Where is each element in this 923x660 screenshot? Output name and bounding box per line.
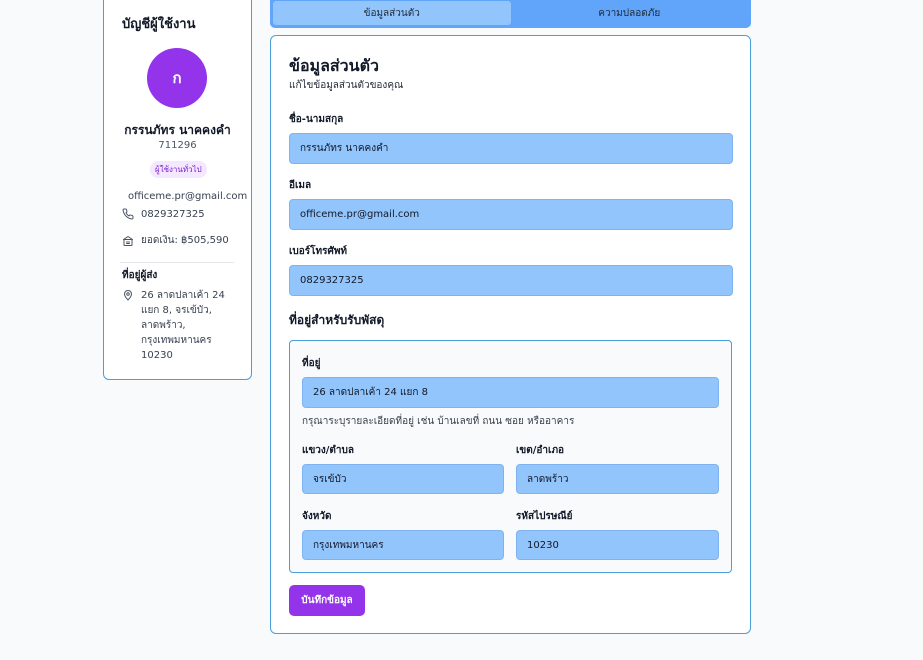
shipping-address-title: ที่อยู่สำหรับรับพัสดุ xyxy=(289,313,385,327)
subdistrict-label: แขวง/ตำบล xyxy=(302,445,355,456)
location-pin-icon xyxy=(124,290,132,301)
address-line: กรุงเทพมหานคร xyxy=(141,335,212,346)
tab-personal-info[interactable]: ข้อมูลส่วนตัว xyxy=(273,1,511,25)
profile-card: บัญชีผู้ใช้งาน ก กรรนภัทร นาคคงคำ 711296… xyxy=(103,0,252,380)
balance-row: ยอดเงิน: ฿505,590 xyxy=(122,233,229,248)
tab-security[interactable]: ความปลอดภัย xyxy=(511,1,749,25)
avatar: ก xyxy=(147,48,207,108)
postcode-label: รหัสไปรษณีย์ xyxy=(516,511,573,522)
balance-text: ยอดเงิน: ฿505,590 xyxy=(141,235,229,246)
sender-address: 26 ลาดปลาเค้า 24 แยก 8, จรเข้บัว, ลาดพร้… xyxy=(122,288,225,363)
fullname-label: ชื่อ-นามสกุล xyxy=(289,114,344,125)
phone-row: 0829327325 xyxy=(122,208,205,220)
profile-card-title: บัญชีผู้ใช้งาน xyxy=(122,17,196,32)
province-input[interactable]: กรุงเทพมหานคร xyxy=(302,530,504,560)
wallet-icon xyxy=(123,235,133,246)
avatar-initial: ก xyxy=(172,69,182,87)
email-input[interactable]: officeme.pr@gmail.com xyxy=(289,199,733,230)
phone-text: 0829327325 xyxy=(141,208,205,220)
phone-label: เบอร์โทรศัพท์ xyxy=(289,246,348,257)
personal-info-form: ข้อมูลส่วนตัว แก้ไขข้อมูลส่วนตัวของคุณ ช… xyxy=(270,35,751,634)
sender-address-title: ที่อยู่ผู้ส่ง xyxy=(122,270,158,281)
fullname-input[interactable]: กรรนภัทร นาคคงคำ xyxy=(289,133,733,164)
province-label: จังหวัด xyxy=(302,511,332,522)
address-line: แยก 8, จรเข้บัว, xyxy=(141,305,212,316)
address-line: 10230 xyxy=(141,350,173,361)
phone-input[interactable]: 0829327325 xyxy=(289,265,733,296)
sender-address-lines: 26 ลาดปลาเค้า 24 แยก 8, จรเข้บัว, ลาดพร้… xyxy=(141,288,225,363)
user-id: 711296 xyxy=(158,140,197,151)
save-button[interactable]: บันทึกข้อมูล xyxy=(289,585,365,616)
form-title: ข้อมูลส่วนตัว xyxy=(289,56,379,75)
tab-bar: ข้อมูลส่วนตัว ความปลอดภัย xyxy=(270,0,751,28)
subdistrict-input[interactable]: จรเข้บัว xyxy=(302,464,504,494)
address-line: 26 ลาดปลาเค้า 24 xyxy=(141,290,225,301)
profile-divider xyxy=(120,262,234,263)
phone-icon xyxy=(122,208,134,220)
postcode-input[interactable]: 10230 xyxy=(516,530,719,560)
address-input[interactable]: 26 ลาดปลาเค้า 24 แยก 8 xyxy=(302,377,719,408)
user-name: กรรนภัทร นาคคงคำ xyxy=(124,123,231,137)
address-hint: กรุณาระบุรายละเอียดที่อยู่ เช่น บ้านเลขท… xyxy=(302,416,575,427)
form-subtitle: แก้ไขข้อมูลส่วนตัวของคุณ xyxy=(289,80,404,91)
email-label: อีเมล xyxy=(289,180,312,191)
district-label: เขต/อำเภอ xyxy=(516,445,565,456)
role-badge: ผู้ใช้งานทั่วไป xyxy=(150,161,207,178)
user-email: officeme.pr@gmail.com xyxy=(128,191,248,202)
address-line: ลาดพร้าว, xyxy=(141,320,186,331)
district-input[interactable]: ลาดพร้าว xyxy=(516,464,719,494)
address-label: ที่อยู่ xyxy=(302,358,321,369)
shipping-address-box: ที่อยู่ 26 ลาดปลาเค้า 24 แยก 8 กรุณาระบุ… xyxy=(289,340,732,573)
